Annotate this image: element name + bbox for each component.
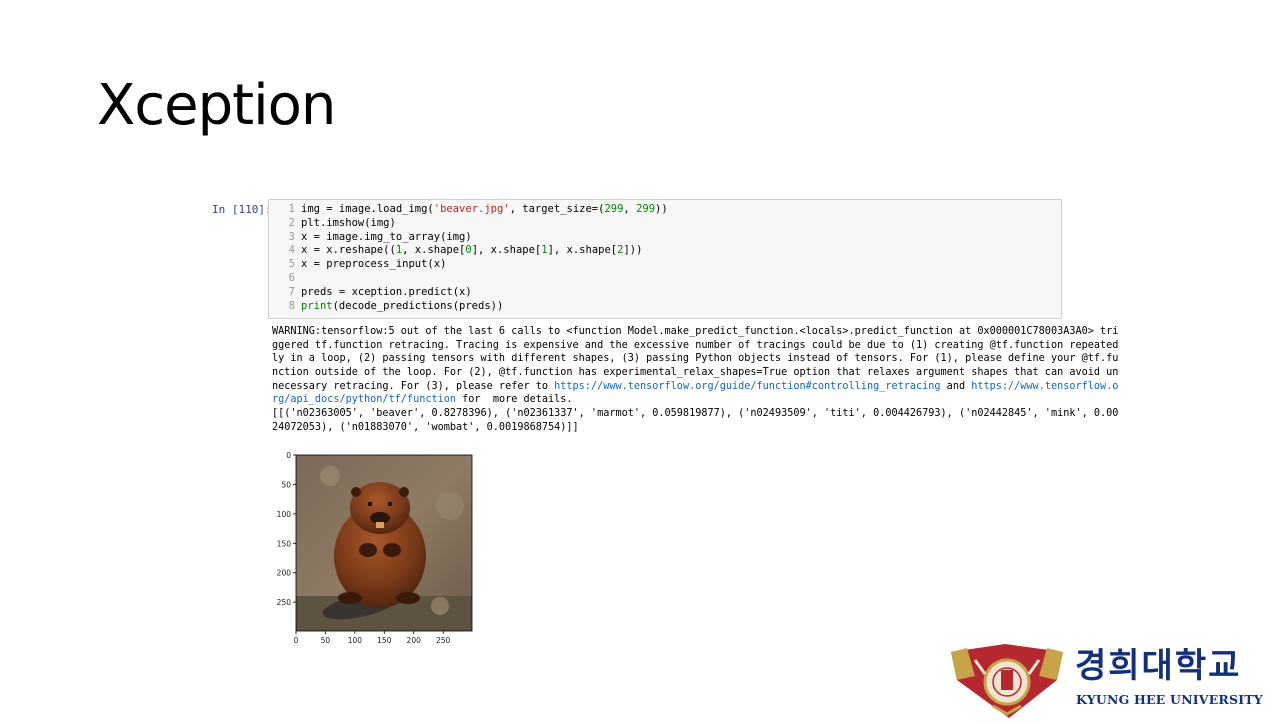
code-line: plt.imshow(img) <box>301 217 668 231</box>
cell-prompt: In [110]: <box>212 203 272 216</box>
output-line: 24072053), ('n01883070', 'wombat', 0.001… <box>272 421 1062 435</box>
x-tick-label: 200 <box>407 636 422 645</box>
logo-english-text: KYUNG HEE UNIVERSITY <box>1076 692 1263 707</box>
code-line: x = x.reshape((1, x.shape[0], x.shape[1]… <box>301 244 668 258</box>
code-line: x = preprocess_input(x) <box>301 258 668 272</box>
output-line-token: nction outside of the loop. For (2), @tf… <box>272 367 1119 379</box>
line-number-gutter: 12345678 <box>269 203 295 313</box>
code-line-token: ])) <box>623 244 643 257</box>
output-link[interactable]: rg/api_docs/python/tf/function <box>272 394 456 405</box>
x-tick-label: 50 <box>321 636 331 645</box>
y-tick-label: 100 <box>277 510 292 519</box>
output-line-token: 24072053), ('n01883070', 'wombat', 0.001… <box>272 421 579 433</box>
code-line-token: ], x.shape[ <box>547 244 618 257</box>
code-line: print(decode_predictions(preds)) <box>301 300 668 314</box>
image-plot: 0 50 100 150 200 250 0 50 100 150 200 250 <box>270 446 490 650</box>
code-line-token: )) <box>655 203 668 215</box>
code-line-token: (decode_predictions(preds)) <box>332 299 504 312</box>
code-line: img = image.load_img('beaver.jpg', targe… <box>301 203 668 217</box>
code-line-token: 299 <box>636 203 656 215</box>
x-tick-label: 250 <box>436 636 451 645</box>
beaver-image <box>296 455 472 631</box>
output-line: ly in a loop, (2) passing tensors with d… <box>272 352 1118 366</box>
output-line-token: and <box>940 380 972 392</box>
cell-output: WARNING:tensorflow:5 out of the last 6 c… <box>272 325 1118 435</box>
code-line-token: ], x.shape[ <box>471 244 542 257</box>
y-tick-label: 150 <box>277 539 292 548</box>
logo-korean-text: 경희대학교 <box>1075 646 1242 686</box>
line-number: 3 <box>288 230 295 243</box>
code-line-token: img = image.load_img( <box>301 203 434 215</box>
code-line-token: x = preprocess_input(x) <box>301 258 447 271</box>
code-line-token: , target_size=( <box>509 203 605 215</box>
y-tick-label: 0 <box>286 451 291 460</box>
line-number: 6 <box>288 271 295 284</box>
plot-svg: 0 50 100 150 200 250 0 50 100 150 200 250 <box>277 451 473 645</box>
y-tick-label: 200 <box>277 569 292 578</box>
code-cell[interactable]: 12345678 img = image.load_img('beaver.jp… <box>268 199 1062 319</box>
output-line-token: necessary retracing. For (3), please ref… <box>272 380 555 392</box>
line-number: 5 <box>288 258 295 271</box>
university-logo: 경희대학교 KYUNG HEE UNIVERSITY <box>945 640 1265 720</box>
code-editor[interactable]: img = image.load_img('beaver.jpg', targe… <box>301 203 668 313</box>
y-tick-label: 250 <box>277 598 292 607</box>
output-line-token: WARNING:tensorflow:5 out of the last 6 c… <box>272 326 1119 337</box>
output-line: ggered tf.function retracing. Tracing is… <box>272 339 1118 353</box>
output-line-token: ly in a loop, (2) passing tensors with d… <box>272 353 1119 365</box>
code-line-token: , <box>623 203 637 215</box>
slide-title: Xception <box>97 73 336 138</box>
y-axis: 0 50 100 150 200 250 <box>277 451 296 607</box>
output-line: rg/api_docs/python/tf/function for more … <box>272 393 1062 407</box>
line-number: 8 <box>288 299 295 312</box>
emblem-icon <box>951 644 1063 718</box>
x-tick-label: 100 <box>348 636 363 645</box>
code-line-token: preds = xception.predict(x) <box>301 285 472 298</box>
x-tick-label: 0 <box>294 636 299 645</box>
code-line-token: x = image.img_to_array(img) <box>301 230 472 243</box>
x-tick-label: 150 <box>377 636 392 645</box>
line-number: 4 <box>288 244 295 257</box>
code-line-token: x = x.reshape(( <box>301 244 396 257</box>
code-line-token: plt.imshow(img) <box>301 216 396 229</box>
code-line-token: , x.shape[ <box>402 244 466 257</box>
output-line: nction outside of the loop. For (2), @tf… <box>272 366 1118 380</box>
code-line: x = image.img_to_array(img) <box>301 231 668 245</box>
output-line-token: [[('n02363005', 'beaver', 0.8278396), ('… <box>272 408 1119 420</box>
output-line-token: for more details. <box>456 394 573 406</box>
line-number: 2 <box>288 216 295 229</box>
code-line-token: 299 <box>604 203 624 215</box>
output-line: WARNING:tensorflow:5 out of the last 6 c… <box>272 325 1118 339</box>
output-line-token: ggered tf.function retracing. Tracing is… <box>272 339 1119 351</box>
output-link[interactable]: https://www.tensorflow.o <box>971 381 1118 392</box>
y-tick-label: 50 <box>281 480 291 489</box>
code-line-token: 'beaver.jpg' <box>433 203 510 215</box>
code-line: preds = xception.predict(x) <box>301 286 668 300</box>
line-number: 7 <box>288 285 295 298</box>
output-line: necessary retracing. For (3), please ref… <box>272 380 1118 394</box>
output-line: [[('n02363005', 'beaver', 0.8278396), ('… <box>272 407 1118 421</box>
output-link[interactable]: https://www.tensorflow.org/guide/functio… <box>554 381 940 392</box>
line-number: 1 <box>288 203 295 215</box>
code-line-token: print <box>301 299 333 312</box>
x-axis: 0 50 100 150 200 250 <box>294 631 451 645</box>
